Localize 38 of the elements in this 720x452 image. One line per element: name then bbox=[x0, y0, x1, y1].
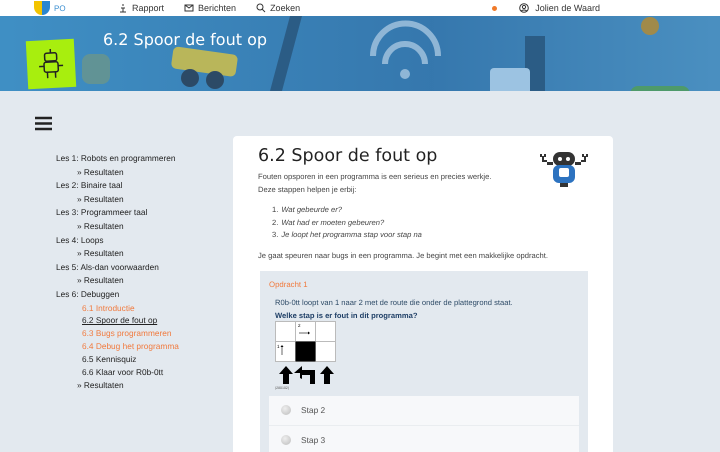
user-name[interactable]: Jolien de Waard bbox=[535, 3, 600, 13]
results-link[interactable]: » Resultaten bbox=[56, 274, 233, 288]
page-title: 6.2 Spoor de fout op bbox=[103, 30, 268, 49]
option-label: Stap 3 bbox=[301, 435, 326, 445]
answer-option[interactable]: Stap 3 bbox=[269, 426, 579, 452]
lesson-link[interactable]: Les 5: Als-dan voorwaarden bbox=[56, 260, 233, 274]
results-link[interactable]: » Resultaten bbox=[56, 378, 233, 393]
results-link[interactable]: » Resultaten bbox=[56, 192, 233, 206]
chapter-link[interactable]: 6.5 Kennisquiz bbox=[56, 353, 233, 366]
results-link[interactable]: » Resultaten bbox=[56, 166, 233, 180]
user-icon bbox=[519, 3, 530, 13]
chapter-link[interactable]: 6.6 Klaar voor R0b-0tt bbox=[56, 366, 233, 379]
radio-button[interactable] bbox=[281, 405, 291, 415]
option-label: Stap 2 bbox=[301, 405, 326, 415]
results-link[interactable]: » Resultaten bbox=[56, 247, 233, 261]
lesson-link[interactable]: Les 2: Binaire taal bbox=[56, 179, 233, 193]
chapter-link[interactable]: 6.2 Spoor de fout op bbox=[56, 314, 233, 328]
nav-link[interactable]: Berichten bbox=[184, 3, 236, 13]
robot-icon bbox=[539, 150, 589, 188]
answer-option[interactable]: Stap 2 bbox=[269, 396, 579, 426]
nav-link[interactable]: Rapport bbox=[118, 3, 164, 13]
lesson-link[interactable]: Les 1: Robots en programmeren bbox=[56, 152, 233, 166]
logo-text: PO bbox=[54, 4, 66, 12]
lesson-link[interactable]: Les 6: Debuggen bbox=[56, 288, 233, 302]
envelope-icon bbox=[184, 3, 194, 13]
robot-icon bbox=[37, 47, 65, 81]
arrow-instructions-drawing bbox=[279, 366, 334, 384]
nav-link[interactable]: Zoeken bbox=[256, 3, 300, 13]
lesson-link[interactable]: Les 3: Programmeer taal bbox=[56, 206, 233, 220]
menu-icon[interactable] bbox=[35, 116, 52, 131]
notification-dot bbox=[492, 6, 498, 10]
lesson-link[interactable]: Les 4: Loops bbox=[56, 234, 233, 248]
radio-button[interactable] bbox=[281, 435, 291, 445]
logo-icon[interactable] bbox=[34, 1, 50, 15]
search-icon bbox=[256, 3, 266, 13]
route-grid-drawing bbox=[275, 320, 336, 362]
results-link[interactable]: » Resultaten bbox=[56, 220, 233, 234]
lesson-title: 6.2 Spoor de fout op bbox=[258, 146, 438, 166]
